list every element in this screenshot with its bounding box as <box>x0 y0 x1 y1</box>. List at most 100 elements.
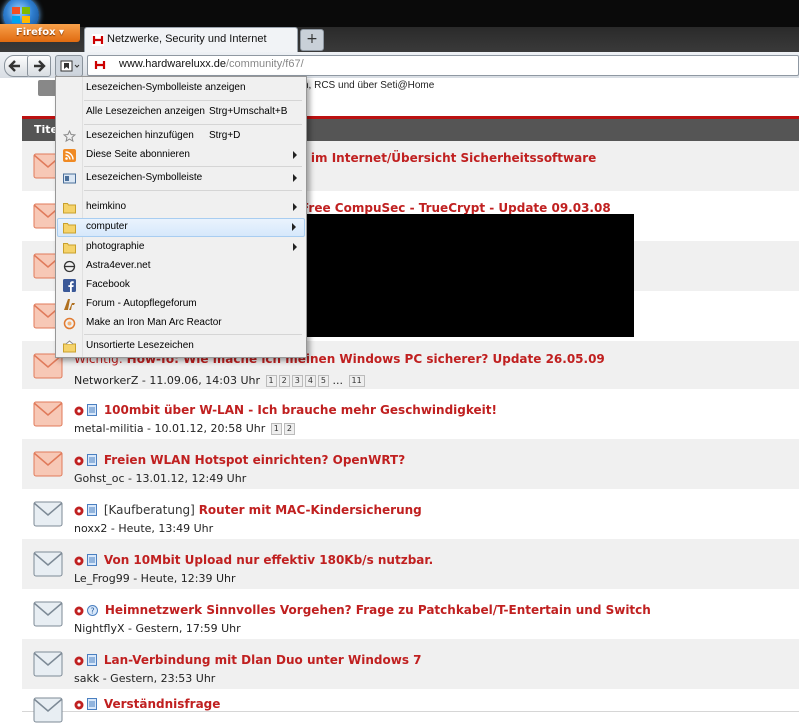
menu-item-label: photographie <box>86 241 145 252</box>
menu-item-bookmarks-toolbar[interactable]: Lesezeichen-Symbolleiste <box>57 169 305 188</box>
thread-title[interactable]: Lan-Verbindung mit Dlan Duo unter Window… <box>104 653 422 667</box>
table-row[interactable]: Verständnisfrage <box>22 689 799 723</box>
menu-item-show-bookmarks-toolbar[interactable]: Lesezeichen-Symbolleiste anzeigen <box>57 79 305 98</box>
menu-item-folder-computer[interactable]: computer <box>57 218 305 237</box>
thread-author-date: Le_Frog99 - Heute, 12:39 Uhr <box>74 572 236 585</box>
menu-item-folder-heimkino[interactable]: heimkino <box>57 198 305 217</box>
firefox-menu-label: Firefox <box>15 27 56 38</box>
menu-item-bookmark-astra4ever[interactable]: Astra4ever.net <box>57 257 305 276</box>
page-link-last[interactable]: 11 <box>348 375 365 387</box>
menu-item-label: Unsortierte Lesezeichen <box>86 340 194 351</box>
thread-title[interactable]: Router mit MAC-Kindersicherung <box>199 503 422 517</box>
windows-logo-icon <box>12 7 30 23</box>
submenu-arrow-icon <box>293 243 297 251</box>
page-link[interactable]: 2 <box>278 375 290 387</box>
menu-item-bookmark-autopflegeforum[interactable]: Forum - Autopflegeforum <box>57 295 305 314</box>
url-bar[interactable]: www.hardwareluxx.de/community/f67/ <box>87 55 799 76</box>
autopflege-logo-icon <box>64 299 75 310</box>
thread-title[interactable]: Heimnetzwerk Sinnvolles Vorgehen? Frage … <box>105 603 651 617</box>
envelope-read-icon <box>33 651 63 677</box>
thread-meta: NetworkerZ - 11.09.06, 14:03 Uhr 12345 .… <box>74 374 365 387</box>
hardwareluxx-favicon-icon <box>92 34 104 46</box>
menu-item-label: heimkino <box>86 201 127 212</box>
thread-title[interactable]: 100mbit über W-LAN - Ich brauche mehr Ge… <box>104 403 497 417</box>
table-row[interactable]: [Kaufberatung] Router mit MAC-Kindersich… <box>22 489 799 540</box>
thread-title[interactable]: t im Internet/Übersicht Sicherheitssoftw… <box>301 151 596 165</box>
question-icon: ? <box>87 605 98 616</box>
status-dot-icon <box>74 506 84 516</box>
firefox-menu-button[interactable]: Firefox ▾ <box>0 24 80 42</box>
menu-item-subscribe-page[interactable]: Diese Seite abonnieren <box>57 146 305 165</box>
envelope-new-icon <box>33 451 63 477</box>
menu-item-show-all-bookmarks[interactable]: Alle Lesezeichen anzeigen Strg+Umschalt+… <box>57 103 305 122</box>
envelope-read-icon <box>33 601 63 627</box>
page-link[interactable]: 1 <box>270 423 282 435</box>
page-link[interactable]: 1 <box>265 375 277 387</box>
status-dot-icon <box>74 700 84 710</box>
astra-logo-icon <box>63 260 76 273</box>
table-row[interactable]: Von 10Mbit Upload nur effektiv 180Kb/s n… <box>22 539 799 590</box>
menu-item-shortcut: Strg+Umschalt+B <box>209 106 288 117</box>
menu-separator <box>84 166 302 167</box>
menu-item-unsorted-bookmarks[interactable]: Unsortierte Lesezeichen <box>57 337 305 356</box>
thread-title-line: Freien WLAN Hotspot einrichten? OpenWRT? <box>74 453 405 467</box>
envelope-new-icon <box>33 401 63 427</box>
page-link[interactable]: 3 <box>291 375 303 387</box>
thread-title[interactable]: Free CompuSec - TrueCrypt - Update 09.03… <box>301 201 611 215</box>
tab-current[interactable]: Netzwerke, Security und Internet <box>84 27 298 52</box>
menu-item-add-bookmark[interactable]: Lesezeichen hinzufügen Strg+D <box>57 127 305 146</box>
forward-button[interactable] <box>27 55 51 77</box>
table-row[interactable]: Freien WLAN Hotspot einrichten? OpenWRT?… <box>22 439 799 490</box>
document-icon <box>87 698 97 710</box>
document-icon <box>87 404 97 416</box>
envelope-read-icon <box>33 501 63 527</box>
arc-reactor-icon <box>63 317 76 330</box>
folder-icon <box>63 203 76 214</box>
forum-description: n, RCS und über Seti@Home <box>303 80 435 91</box>
new-tab-button[interactable]: + <box>300 29 324 51</box>
submenu-arrow-icon <box>292 223 296 231</box>
status-dot-icon <box>74 656 84 666</box>
redaction-box <box>298 214 634 337</box>
table-row[interactable]: 100mbit über W-LAN - Ich brauche mehr Ge… <box>22 389 799 440</box>
table-row[interactable]: Lan-Verbindung mit Dlan Duo unter Window… <box>22 639 799 690</box>
thread-title[interactable]: Freien WLAN Hotspot einrichten? OpenWRT? <box>104 453 405 467</box>
arrow-left-icon <box>8 60 20 72</box>
document-icon <box>87 554 97 566</box>
page-link[interactable]: 2 <box>283 423 295 435</box>
menu-item-label: Alle Lesezeichen anzeigen <box>86 106 205 117</box>
thread-meta: metal-militia - 10.01.12, 20:58 Uhr 12 <box>74 422 295 435</box>
bookmarks-icon <box>60 60 80 72</box>
envelope-read-icon <box>33 697 63 723</box>
menu-item-label: Forum - Autopflegeforum <box>86 298 197 309</box>
menu-item-label: computer <box>86 221 128 232</box>
document-icon <box>87 654 97 666</box>
document-icon <box>87 504 97 516</box>
thread-author-date: sakk - Gestern, 23:53 Uhr <box>74 672 216 685</box>
navigation-toolbar: www.hardwareluxx.de/community/f67/ <box>0 52 799 79</box>
status-dot-icon <box>74 556 84 566</box>
thread-title[interactable]: Verständnisfrage <box>104 697 221 711</box>
table-row[interactable]: ? Heimnetzwerk Sinnvolles Vorgehen? Frag… <box>22 589 799 640</box>
menu-item-label: Make an Iron Man Arc Reactor <box>86 317 222 328</box>
status-dot-icon <box>74 456 84 466</box>
menu-item-folder-photographie[interactable]: photographie <box>57 238 305 257</box>
bookmarks-dropdown-menu: Lesezeichen-Symbolleiste anzeigen Alle L… <box>55 76 307 358</box>
thread-title[interactable]: Von 10Mbit Upload nur effektiv 180Kb/s n… <box>104 553 433 567</box>
rss-feed-icon <box>63 149 76 162</box>
page-link[interactable]: 4 <box>304 375 316 387</box>
submenu-arrow-icon <box>293 151 297 159</box>
thread-title-line: [Kaufberatung] Router mit MAC-Kindersich… <box>74 503 422 517</box>
window-titlebar <box>0 0 799 27</box>
menu-item-label: Facebook <box>86 279 130 290</box>
menu-item-bookmark-facebook[interactable]: Facebook <box>57 276 305 295</box>
arrow-right-icon <box>34 60 46 72</box>
menu-item-label: Diese Seite abonnieren <box>86 149 190 160</box>
menu-item-bookmark-arc-reactor[interactable]: Make an Iron Man Arc Reactor <box>57 314 305 333</box>
page-link[interactable]: 5 <box>317 375 330 387</box>
bookmarks-menu-button[interactable] <box>55 55 83 77</box>
svg-text:?: ? <box>90 607 94 616</box>
menu-item-label: Astra4ever.net <box>86 260 151 271</box>
menu-separator <box>84 190 302 191</box>
thread-title-line: 100mbit über W-LAN - Ich brauche mehr Ge… <box>74 403 497 417</box>
